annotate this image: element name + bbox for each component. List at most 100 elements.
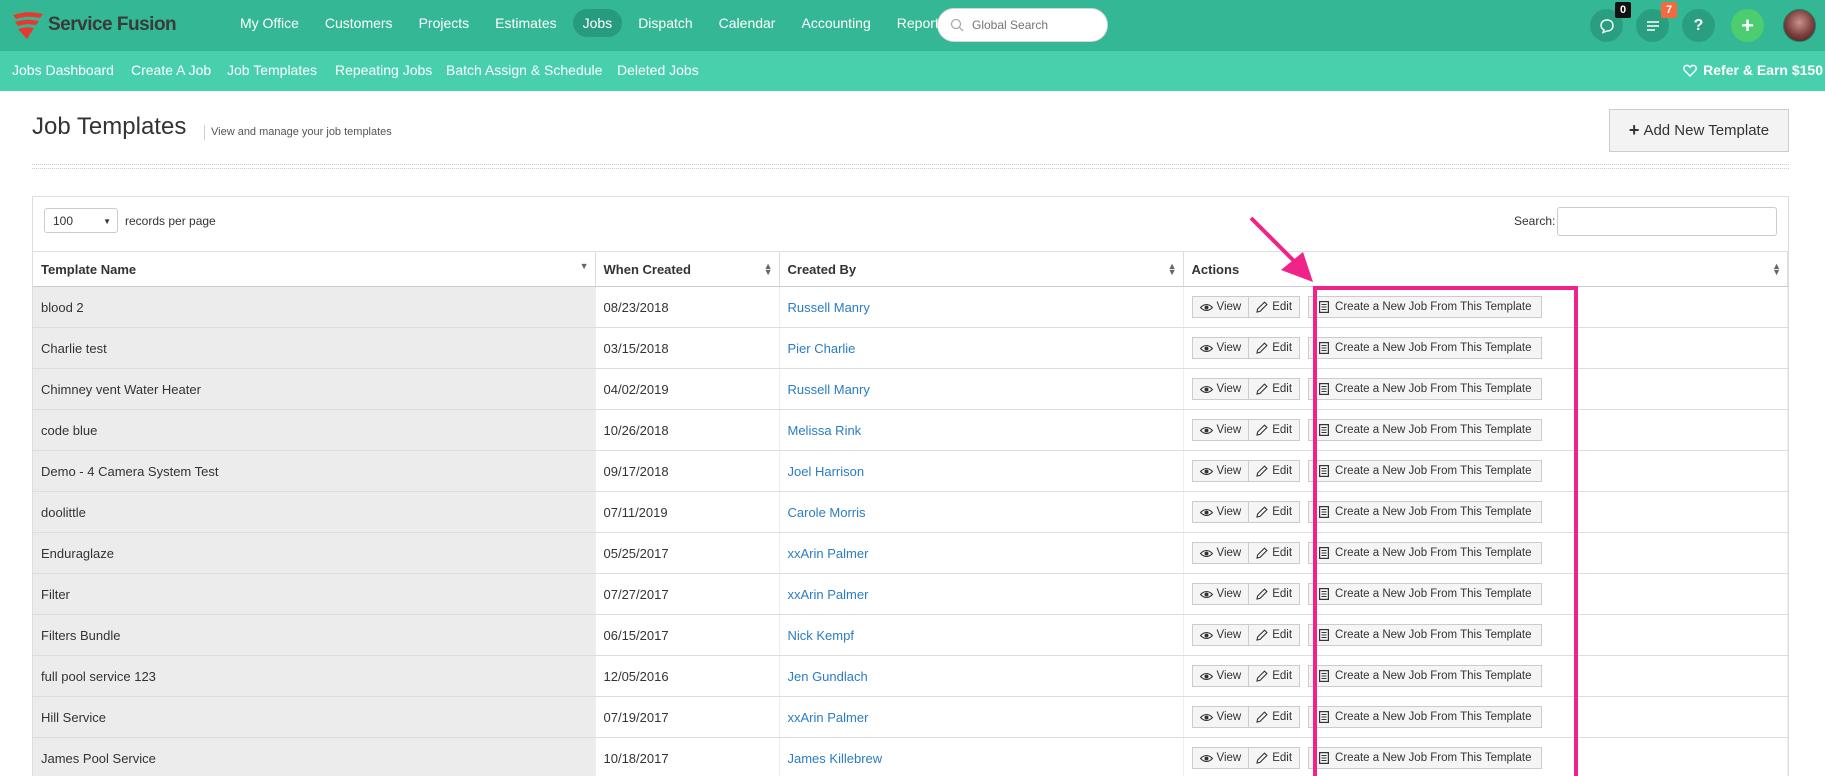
- edit-button[interactable]: Edit: [1249, 747, 1301, 769]
- when-created: 04/02/2019: [603, 381, 669, 397]
- chat-button[interactable]: 0: [1590, 2, 1631, 42]
- view-button[interactable]: View: [1191, 747, 1250, 769]
- edit-label: Edit: [1272, 629, 1293, 641]
- pencil-icon: [1256, 547, 1268, 559]
- nav-dispatch[interactable]: Dispatch: [628, 9, 702, 37]
- nav-jobs[interactable]: Jobs: [572, 9, 623, 37]
- global-search-input[interactable]: [972, 18, 1092, 32]
- template-name[interactable]: Chimney vent Water Heater: [41, 382, 201, 397]
- view-edit-group: View Edit: [1191, 296, 1301, 318]
- view-button[interactable]: View: [1191, 419, 1250, 441]
- pencil-icon: [1256, 752, 1268, 764]
- view-button[interactable]: View: [1191, 624, 1250, 646]
- edit-button[interactable]: Edit: [1249, 378, 1301, 400]
- quick-add-button[interactable]: +: [1731, 9, 1764, 42]
- created-by-link[interactable]: Pier Charlie: [788, 341, 856, 356]
- edit-button[interactable]: Edit: [1249, 624, 1301, 646]
- created-by-link[interactable]: xxArin Palmer: [788, 546, 869, 561]
- help-button[interactable]: ?: [1682, 9, 1715, 42]
- template-name[interactable]: Filters Bundle: [41, 628, 120, 643]
- when-created-cell: 08/23/2018: [595, 286, 780, 328]
- table-search-input[interactable]: [1557, 207, 1777, 236]
- view-label: View: [1216, 588, 1242, 600]
- subnav-batch-assign[interactable]: Batch Assign & Schedule: [446, 62, 602, 78]
- nav-projects[interactable]: Projects: [409, 9, 480, 37]
- edit-button[interactable]: Edit: [1249, 337, 1301, 359]
- add-new-template-button[interactable]: + Add New Template: [1609, 109, 1789, 152]
- when-created: 07/19/2017: [603, 709, 669, 725]
- created-by-link[interactable]: Melissa Rink: [788, 423, 862, 438]
- header-divider: [32, 164, 1789, 169]
- records-per-page-select[interactable]: 100 ▼: [44, 208, 118, 233]
- edit-button[interactable]: Edit: [1249, 706, 1301, 728]
- pencil-icon: [1256, 588, 1268, 600]
- edit-button[interactable]: Edit: [1249, 460, 1301, 482]
- edit-button[interactable]: Edit: [1249, 665, 1301, 687]
- view-button[interactable]: View: [1191, 296, 1250, 318]
- view-button[interactable]: View: [1191, 665, 1250, 687]
- when-created-cell: 07/11/2019: [595, 491, 780, 533]
- template-name[interactable]: code blue: [41, 423, 97, 438]
- created-by-link[interactable]: James Killebrew: [788, 751, 883, 766]
- template-name[interactable]: Filter: [41, 587, 70, 602]
- template-name[interactable]: full pool service 123: [41, 669, 156, 684]
- view-button[interactable]: View: [1191, 583, 1250, 605]
- view-button[interactable]: View: [1191, 337, 1250, 359]
- view-button[interactable]: View: [1191, 460, 1250, 482]
- help-icon: ?: [1693, 16, 1704, 34]
- edit-button[interactable]: Edit: [1249, 542, 1301, 564]
- template-name[interactable]: Charlie test: [41, 341, 107, 356]
- eye-icon: [1199, 590, 1213, 598]
- created-by-link[interactable]: xxArin Palmer: [788, 710, 869, 725]
- brand-name: Service Fusion: [48, 14, 177, 35]
- edit-button[interactable]: Edit: [1249, 583, 1301, 605]
- annotation-arrow-icon: [1249, 216, 1313, 282]
- col-when-created[interactable]: When Created ▲ ▼: [595, 251, 780, 287]
- subnav-create-a-job[interactable]: Create A Job: [131, 62, 211, 78]
- created-by-link[interactable]: Carole Morris: [788, 505, 866, 520]
- col-template-name[interactable]: Template Name ▼: [33, 251, 596, 287]
- edit-button[interactable]: Edit: [1249, 296, 1301, 318]
- template-name[interactable]: doolittle: [41, 505, 86, 520]
- subnav-job-templates[interactable]: Job Templates: [227, 62, 317, 78]
- view-button[interactable]: View: [1191, 706, 1250, 728]
- col-created-by[interactable]: Created By ▲ ▼: [779, 251, 1184, 287]
- tasks-button[interactable]: 7: [1636, 2, 1677, 42]
- template-name[interactable]: Enduraglaze: [41, 546, 114, 561]
- edit-label: Edit: [1272, 342, 1293, 354]
- user-avatar[interactable]: [1783, 9, 1816, 42]
- view-edit-group: View Edit: [1191, 501, 1301, 523]
- brand-logo[interactable]: Service Fusion: [10, 8, 177, 42]
- chat-badge: 0: [1615, 2, 1631, 18]
- nav-accounting[interactable]: Accounting: [791, 9, 880, 37]
- subnav-jobs-dashboard[interactable]: Jobs Dashboard: [12, 62, 114, 78]
- annotation-highlight-box: [1313, 286, 1578, 776]
- eye-icon: [1199, 508, 1213, 516]
- global-search[interactable]: [937, 8, 1108, 42]
- template-name[interactable]: Hill Service: [41, 710, 106, 725]
- when-created: 07/27/2017: [603, 586, 669, 602]
- created-by-link[interactable]: Nick Kempf: [788, 628, 854, 643]
- subnav-deleted-jobs[interactable]: Deleted Jobs: [617, 62, 699, 78]
- template-name[interactable]: James Pool Service: [41, 751, 156, 766]
- created-by-link[interactable]: Russell Manry: [788, 382, 870, 397]
- nav-customers[interactable]: Customers: [315, 9, 403, 37]
- edit-button[interactable]: Edit: [1249, 419, 1301, 441]
- created-by-cell: Nick Kempf: [779, 614, 1184, 656]
- template-name[interactable]: blood 2: [41, 300, 84, 315]
- view-button[interactable]: View: [1191, 501, 1250, 523]
- edit-button[interactable]: Edit: [1249, 501, 1301, 523]
- nav-my-office[interactable]: My Office: [230, 9, 309, 37]
- created-by-link[interactable]: Jen Gundlach: [788, 669, 868, 684]
- created-by-link[interactable]: xxArin Palmer: [788, 587, 869, 602]
- created-by-link[interactable]: Russell Manry: [788, 300, 870, 315]
- subnav-repeating-jobs[interactable]: Repeating Jobs: [335, 62, 432, 78]
- created-by-link[interactable]: Joel Harrison: [788, 464, 865, 479]
- template-name[interactable]: Demo - 4 Camera System Test: [41, 464, 218, 479]
- refer-earn-link[interactable]: Refer & Earn $150: [1683, 62, 1823, 78]
- view-button[interactable]: View: [1191, 378, 1250, 400]
- nav-calendar[interactable]: Calendar: [709, 9, 786, 37]
- list-icon: [1646, 20, 1659, 31]
- view-button[interactable]: View: [1191, 542, 1250, 564]
- nav-estimates[interactable]: Estimates: [485, 9, 566, 37]
